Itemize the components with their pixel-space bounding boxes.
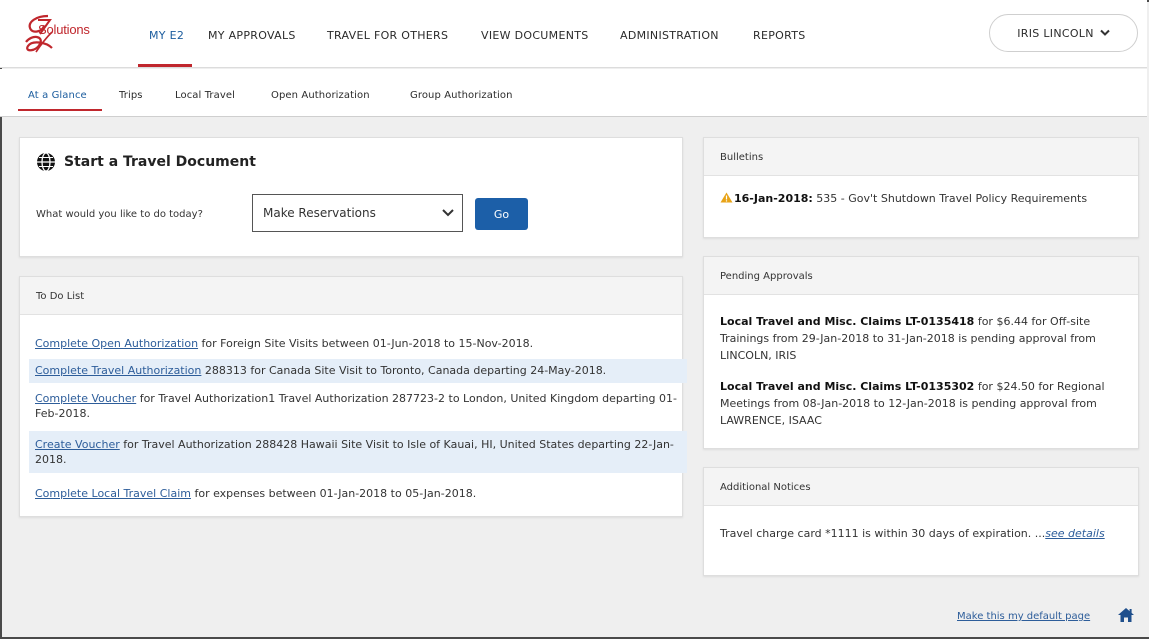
pending-approvals-title: Pending Approvals: [720, 271, 813, 282]
todo-link[interactable]: Create Voucher: [35, 438, 120, 451]
see-details-link[interactable]: see details: [1045, 527, 1104, 540]
todo-prompt-label: What would you like to do today?: [36, 209, 203, 220]
top-navigation: Solutions MY E2 MY APPROVALS TRAVEL FOR …: [0, 0, 1147, 68]
nav-reports[interactable]: REPORTS: [753, 29, 806, 42]
sub-navigation: At a Glance Trips Local Travel Open Auth…: [0, 69, 1147, 117]
notice-text: Travel charge card *1111 is within 30 da…: [720, 527, 1046, 540]
home-icon[interactable]: [1117, 607, 1135, 623]
bulletin-text: 535 - Gov't Shutdown Travel Policy Requi…: [812, 192, 1088, 205]
go-button[interactable]: Go: [475, 198, 528, 230]
list-item: Complete Local Travel Claim for expenses…: [29, 483, 687, 505]
logo-text: Solutions: [38, 22, 90, 37]
chevron-down-icon: [1100, 29, 1110, 36]
additional-notices-card: Additional Notices Travel charge card *1…: [703, 467, 1139, 576]
user-menu-button[interactable]: IRIS LINCOLN: [989, 14, 1138, 52]
todo-list-card: To Do List Complete Open Authorization f…: [19, 276, 687, 517]
todo-text: for Travel Authorization 288428 Hawaii S…: [35, 438, 674, 466]
todo-list-title: To Do List: [36, 291, 85, 302]
nav-my-approvals[interactable]: MY APPROVALS: [208, 29, 296, 42]
chevron-down-icon: [442, 209, 454, 217]
todo-list-header: To Do List: [20, 277, 682, 315]
pending-approval-item[interactable]: Local Travel and Misc. Claims LT-0135302…: [720, 378, 1130, 429]
todo-link[interactable]: Complete Open Authorization: [35, 337, 198, 350]
bulletins-card: Bulletins 16-Jan-2018: 535 - Gov't Shutd…: [703, 137, 1139, 238]
todo-link[interactable]: Complete Local Travel Claim: [35, 487, 191, 500]
nav-administration[interactable]: ADMINISTRATION: [620, 29, 719, 42]
todo-text: for expenses between 01-Jan-2018 to 05-J…: [190, 487, 477, 500]
warning-icon: [720, 192, 733, 203]
list-item: Create Voucher for Travel Authorization …: [29, 431, 687, 473]
tab-open-authorization[interactable]: Open Authorization: [271, 90, 370, 101]
pending-approval-item[interactable]: Local Travel and Misc. Claims LT-0135418…: [720, 313, 1130, 364]
notice-item: Travel charge card *1111 is within 30 da…: [720, 526, 1130, 542]
start-travel-title: Start a Travel Document: [64, 154, 256, 170]
todo-link[interactable]: Complete Travel Authorization: [35, 364, 201, 377]
todo-text: 288313 for Canada Site Visit to Toronto,…: [201, 364, 607, 377]
bulletins-header: Bulletins: [704, 138, 1138, 176]
nav-my-e2[interactable]: MY E2: [149, 29, 184, 42]
nav-view-documents[interactable]: VIEW DOCUMENTS: [481, 29, 589, 42]
pending-claim-id: Local Travel and Misc. Claims LT-0135418: [720, 315, 975, 328]
user-name: IRIS LINCOLN: [1017, 26, 1094, 40]
nav-travel-for-others[interactable]: TRAVEL FOR OTHERS: [327, 29, 448, 42]
bulletins-title: Bulletins: [720, 152, 764, 163]
list-item: Complete Voucher for Travel Authorizatio…: [29, 388, 687, 428]
tab-local-travel[interactable]: Local Travel: [175, 90, 235, 101]
tab-at-a-glance[interactable]: At a Glance: [28, 90, 87, 101]
pending-approvals-card: Pending Approvals Local Travel and Misc.…: [703, 256, 1139, 449]
document-type-select[interactable]: Make Reservations: [252, 194, 463, 232]
select-value: Make Reservations: [263, 206, 376, 220]
todo-link[interactable]: Complete Voucher: [35, 392, 136, 405]
active-nav-indicator: [138, 64, 192, 67]
tab-group-authorization[interactable]: Group Authorization: [410, 90, 513, 101]
globe-icon: [37, 152, 55, 172]
additional-notices-header: Additional Notices: [704, 468, 1138, 506]
list-item: Complete Travel Authorization 288313 for…: [29, 359, 687, 383]
bulletin-date: 16-Jan-2018:: [734, 192, 813, 205]
active-tab-indicator: [18, 109, 102, 111]
list-item: Complete Open Authorization for Foreign …: [29, 333, 687, 355]
make-default-page-link[interactable]: Make this my default page: [957, 611, 1090, 622]
additional-notices-title: Additional Notices: [720, 482, 811, 493]
start-travel-card: Start a Travel Document What would you l…: [19, 137, 683, 257]
pending-claim-id: Local Travel and Misc. Claims LT-0135302: [720, 380, 975, 393]
bulletin-item[interactable]: 16-Jan-2018: 535 - Gov't Shutdown Travel…: [720, 192, 1120, 205]
todo-text: for Foreign Site Visits between 01-Jun-2…: [198, 337, 534, 350]
pending-approvals-header: Pending Approvals: [704, 257, 1138, 295]
tab-trips[interactable]: Trips: [119, 90, 143, 101]
